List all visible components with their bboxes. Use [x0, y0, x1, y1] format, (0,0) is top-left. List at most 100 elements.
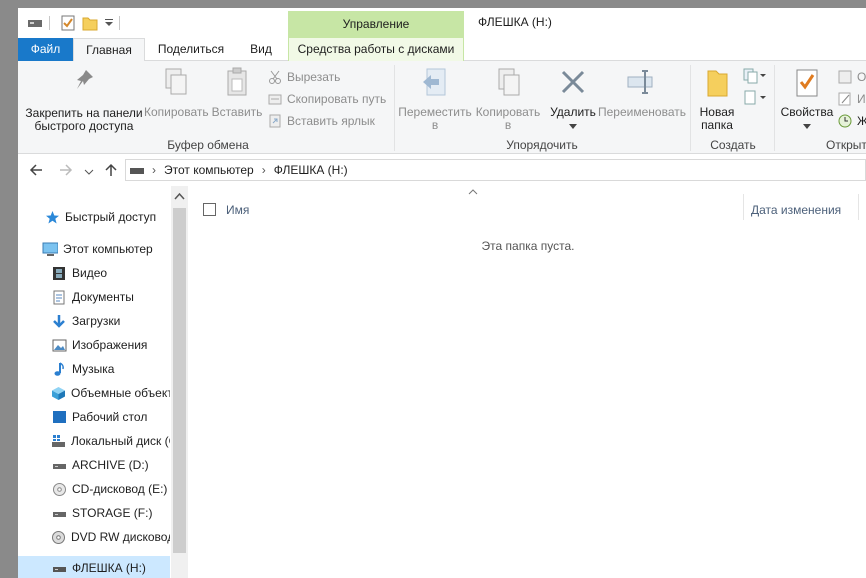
- sidebar-item-dvd-drive[interactable]: DVD RW дисковод (G:): [18, 525, 170, 549]
- copy-button[interactable]: Копировать: [144, 67, 209, 133]
- column-header-date-modified[interactable]: Дата изменения: [751, 203, 841, 217]
- open-icon: [838, 70, 852, 84]
- breadcrumb-current[interactable]: ФЛЕШКА (H:): [274, 163, 348, 177]
- sidebar-item-video[interactable]: Видео: [18, 261, 170, 285]
- history-button[interactable]: Ж: [838, 112, 866, 130]
- copy-label: Копировать: [144, 105, 209, 119]
- sidebar-item-downloads[interactable]: Загрузки: [18, 309, 170, 333]
- properties-label: Свойства: [780, 105, 834, 119]
- properties-button[interactable]: Свойства: [778, 67, 836, 137]
- cube-icon: [51, 385, 66, 401]
- documents-icon: [51, 289, 67, 305]
- edit-label: И: [857, 92, 866, 106]
- group-divider: [394, 65, 395, 151]
- paste-shortcut-label: Вставить ярлык: [287, 114, 375, 128]
- copy-path-button[interactable]: Скопировать путь: [268, 90, 386, 108]
- column-header-name[interactable]: Имя: [226, 203, 249, 217]
- delete-x-icon: [561, 70, 585, 94]
- sidebar-item-label: ФЛЕШКА (H:): [72, 561, 146, 575]
- new-item-button[interactable]: [742, 67, 768, 87]
- usb-drive-icon: [51, 560, 67, 576]
- paste-button[interactable]: Вставить: [210, 67, 264, 133]
- scroll-up-icon[interactable]: [171, 190, 188, 204]
- cut-button[interactable]: Вырезать: [268, 68, 340, 86]
- back-arrow-icon[interactable]: [28, 162, 44, 181]
- copy-icon: [165, 68, 187, 95]
- tab-view[interactable]: Вид: [238, 38, 284, 61]
- new-folder-label: Новая папка: [699, 105, 735, 132]
- group-divider: [774, 65, 775, 151]
- sidebar-item-label: Документы: [72, 290, 134, 304]
- new-folder-button[interactable]: Новая папка: [694, 67, 740, 137]
- sidebar-item-3d-objects[interactable]: Объемные объекты: [18, 381, 170, 405]
- scissors-icon: [269, 70, 281, 84]
- edit-button[interactable]: И: [838, 90, 866, 108]
- desktop-icon: [51, 409, 67, 425]
- sidebar-item-label: Загрузки: [72, 314, 121, 328]
- sidebar-item-label: STORAGE (F:): [72, 506, 153, 520]
- window-title: ФЛЕШКА (H:): [478, 15, 552, 29]
- tab-drive-tools[interactable]: Средства работы с дисками: [288, 38, 464, 61]
- paste-shortcut-button[interactable]: Вставить ярлык: [268, 112, 375, 130]
- copy-to-button[interactable]: Копировать в: [472, 67, 544, 137]
- sidebar-item-desktop[interactable]: Рабочий стол: [18, 405, 170, 429]
- ribbon: Закрепить на панели быстрого доступа Коп…: [18, 61, 866, 154]
- breadcrumb-this-pc[interactable]: Этот компьютер: [164, 163, 254, 177]
- move-to-button[interactable]: Переместить в: [398, 67, 472, 137]
- new-folder-icon[interactable]: [80, 13, 100, 33]
- delete-button[interactable]: Удалить: [546, 67, 600, 137]
- up-arrow-icon[interactable]: [103, 162, 119, 181]
- sidebar-item-music[interactable]: Музыка: [18, 357, 170, 381]
- sidebar-item-label: Видео: [72, 266, 108, 280]
- column-divider[interactable]: [743, 194, 744, 220]
- column-divider[interactable]: [858, 194, 859, 220]
- recent-locations-chevron-icon[interactable]: [84, 165, 94, 179]
- navigation-pane: Быстрый доступ Этот компьютер Видео Доку…: [18, 186, 188, 578]
- sidebar-item-storage[interactable]: STORAGE (F:): [18, 501, 170, 525]
- easy-access-button[interactable]: [742, 89, 768, 109]
- sidebar-item-documents[interactable]: Документы: [18, 285, 170, 309]
- sidebar-item-local-disk[interactable]: Локальный диск (C:): [18, 429, 170, 453]
- breadcrumb-separator-icon[interactable]: ›: [152, 163, 156, 177]
- sidebar-item-this-pc[interactable]: Этот компьютер: [18, 237, 170, 261]
- sidebar-item-pictures[interactable]: Изображения: [18, 333, 170, 357]
- address-bar[interactable]: › Этот компьютер › ФЛЕШКА (H:): [125, 159, 866, 181]
- pictures-icon: [51, 337, 67, 353]
- select-all-checkbox[interactable]: [203, 203, 216, 216]
- rename-button[interactable]: Переименовать: [598, 67, 686, 137]
- create-group-label: Создать: [710, 138, 756, 152]
- open-group-label: Открыть: [826, 138, 866, 152]
- properties-check-icon[interactable]: [58, 13, 78, 33]
- breadcrumb-separator-icon[interactable]: ›: [262, 163, 266, 177]
- rename-label: Переименовать: [598, 105, 686, 119]
- sidebar-item-archive[interactable]: ARCHIVE (D:): [18, 453, 170, 477]
- windows-drive-icon: [51, 433, 66, 449]
- organize-group-label: Упорядочить: [506, 138, 578, 152]
- history-label: Ж: [857, 114, 866, 128]
- copy-path-label: Скопировать путь: [287, 92, 387, 106]
- cd-icon: [51, 481, 67, 497]
- scrollbar-thumb[interactable]: [173, 208, 186, 553]
- customize-toolbar-icon[interactable]: [102, 13, 116, 33]
- pin-label: Закрепить на панели быстрого доступа: [25, 106, 143, 133]
- sidebar-item-label: Локальный диск (C:): [71, 434, 170, 448]
- sidebar-item-usb-drive[interactable]: ФЛЕШКА (H:): [18, 556, 170, 578]
- music-icon: [51, 361, 67, 377]
- open-button[interactable]: О: [838, 68, 866, 86]
- open-label: О: [857, 70, 866, 84]
- forward-arrow-icon[interactable]: [58, 162, 74, 181]
- sidebar-item-label: ARCHIVE (D:): [72, 458, 149, 472]
- computer-icon: [42, 241, 58, 257]
- address-row: › Этот компьютер › ФЛЕШКА (H:): [18, 155, 866, 185]
- sidebar-item-label: Этот компьютер: [63, 242, 153, 256]
- file-list: Имя Дата изменения Эта папка пуста.: [190, 186, 866, 578]
- sidebar-item-cd-drive[interactable]: CD-дисковод (E:): [18, 477, 170, 501]
- easy-access-icon: [744, 90, 766, 105]
- tab-file[interactable]: Файл: [18, 38, 73, 61]
- sidebar-item-quick-access[interactable]: Быстрый доступ: [18, 205, 170, 229]
- pin-quick-access-button[interactable]: Закрепить на панели быстрого доступа: [22, 67, 146, 133]
- move-to-label: Переместить в: [398, 105, 472, 132]
- tab-home[interactable]: Главная: [73, 38, 145, 62]
- sidebar-scrollbar[interactable]: [171, 186, 188, 578]
- tab-share[interactable]: Поделиться: [148, 38, 234, 61]
